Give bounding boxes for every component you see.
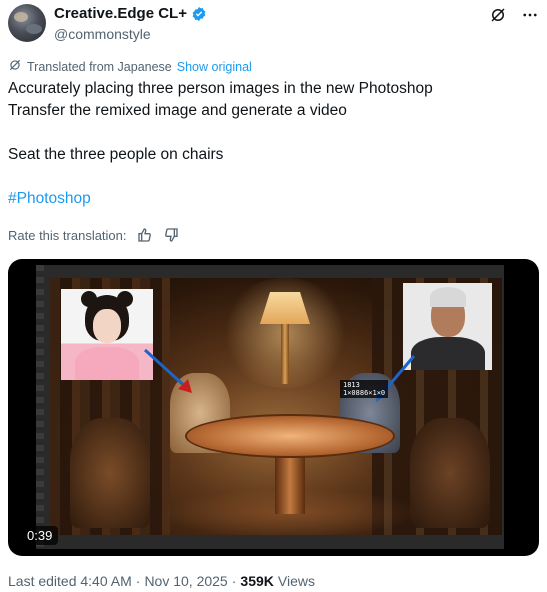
hashtag-link[interactable]: #Photoshop [8,190,91,207]
name-row: Creative.Edge CL+ [54,5,207,22]
thumbs-up-icon[interactable] [137,227,153,243]
meta-separator: · [135,573,141,589]
selection-tag: 1813 1×0886×1×0 [340,380,389,398]
tweet-text: Accurately placing three person images i… [8,78,539,210]
header-actions [489,6,539,24]
avatar[interactable] [8,4,46,42]
video-duration-badge: 0:39 [21,526,59,545]
tweet-date[interactable]: Nov 10, 2025 [144,573,227,589]
translated-label: Translated from Japanese [27,59,172,74]
selection-tag-line1: 1813 [343,381,360,389]
tweet-meta: Last edited 4:40 AM · Nov 10, 2025 · 359… [8,573,315,589]
arrow-to-left-chair-icon [143,348,192,393]
rate-translation: Rate this translation: [8,227,179,243]
translate-icon [8,58,22,75]
tweet-header: Creative.Edge CL+ @commonstyle [8,4,539,44]
edited-time[interactable]: Last edited 4:40 AM [8,573,132,589]
round-table [185,414,395,458]
handle[interactable]: @commonstyle [54,26,151,42]
tweet-line-2: Transfer the remixed image and generate … [8,102,347,119]
photoshop-ruler [36,265,44,549]
selection-tag-line2: 1×0886×1×0 [343,389,386,397]
tweet-line-3: Seat the three people on chairs [8,146,224,163]
thumbs-down-icon[interactable] [163,227,179,243]
grok-icon[interactable] [489,6,507,24]
display-name[interactable]: Creative.Edge CL+ [54,5,187,22]
tweet-line-1: Accurately placing three person images i… [8,80,433,97]
verified-badge-icon [191,6,207,22]
more-icon[interactable] [521,6,539,24]
show-original-link[interactable]: Show original [177,60,252,74]
translation-notice: Translated from Japanese Show original [8,58,252,75]
rate-label: Rate this translation: [8,227,127,243]
meta-separator-2: · [231,573,237,589]
views-count[interactable]: 359K [240,573,273,589]
views-label: Views [277,573,315,589]
